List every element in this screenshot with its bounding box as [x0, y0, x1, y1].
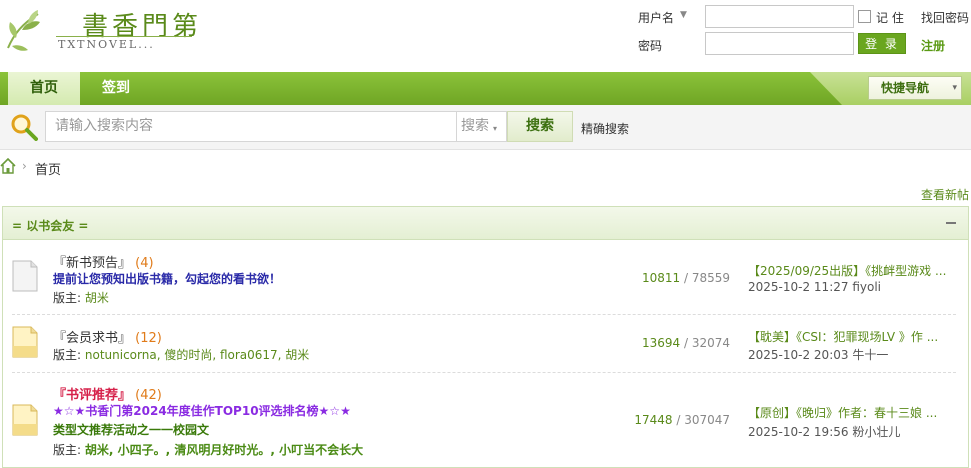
forum-moderators: 版主: 胡米, 小四子。, 清风明月好时光。, 小叮当不会长大 — [53, 441, 363, 458]
thread-count: 17448 — [634, 413, 673, 427]
nav-item-home[interactable]: 首页 — [8, 72, 80, 105]
username-label[interactable]: 用户名 — [638, 9, 674, 26]
last-post-title[interactable]: 【2025/09/25出版】《挑衅型游戏 ... — [748, 262, 946, 279]
home-icon[interactable] — [0, 158, 16, 174]
site-header: 書香門第 TXTNOVEL... 用户名 ▼ 记 住 找回密码 密码 登 录 注… — [0, 0, 971, 72]
logo-divider — [56, 36, 192, 37]
forum-description[interactable]: 类型文推荐活动之一一校园文 — [53, 421, 209, 438]
logo-subtitle: TXTNOVEL... — [58, 38, 155, 51]
thread-count: 10811 — [641, 271, 681, 285]
password-input[interactable] — [705, 32, 854, 55]
forgot-password-link[interactable]: 找回密码 — [921, 9, 969, 26]
row-divider — [12, 372, 956, 373]
last-post-title[interactable]: 【原创】《晚归》作者：春十三娘 ... — [748, 404, 937, 421]
precise-search-link[interactable]: 精确搜索 — [581, 120, 629, 137]
username-input[interactable] — [705, 5, 854, 28]
post-count: 78559 — [691, 271, 730, 285]
category-header — [3, 207, 968, 240]
forum-name[interactable]: 『书评推荐』 (42) — [53, 384, 162, 403]
moderator-label: 版主: — [53, 348, 82, 362]
nav-item-signin[interactable]: 签到 — [88, 72, 144, 105]
breadcrumb-separator: › — [22, 159, 27, 173]
moderator-names[interactable]: notunicorna, 傻的时尚, flora0617, 胡米 — [85, 348, 309, 362]
login-button[interactable]: 登 录 — [858, 33, 906, 54]
forum-today-count: (12) — [135, 331, 162, 346]
remember-checkbox[interactable] — [858, 10, 871, 23]
last-post-title[interactable]: 【耽美】《CSI：犯罪现场LV 》作 ... — [748, 328, 938, 345]
last-post-meta[interactable]: 2025-10-2 20:03 牛十一 — [748, 346, 888, 363]
register-link[interactable]: 注册 — [921, 37, 945, 54]
category-title[interactable]: = 以书会友 = — [12, 217, 88, 234]
chevron-down-icon: ▾ — [493, 124, 498, 133]
last-post-meta[interactable]: 2025-10-2 19:56 粉小壮儿 — [748, 423, 900, 440]
quick-nav-button[interactable]: 快捷导航 ▾ — [868, 76, 962, 100]
forum-title[interactable]: 『书评推荐』 — [53, 388, 131, 403]
forum-read-icon — [12, 260, 38, 292]
forum-description[interactable]: 提前让您预知出版书籍，勾起您的看书欲！ — [53, 270, 281, 287]
forum-moderators: 版主: 胡米 — [53, 289, 109, 306]
forum-name[interactable]: 『新书预告』 (4) — [53, 252, 154, 271]
post-count: 307047 — [684, 413, 730, 427]
forum-stats: 17448 / 307047 — [634, 413, 730, 427]
forum-description[interactable]: ★☆★书香门第2024年度佳作TOP10评选排名榜★☆★ — [53, 402, 351, 419]
last-post-meta[interactable]: 2025-10-2 11:27 fiyoli — [748, 280, 881, 294]
forum-today-count: (4) — [135, 256, 154, 271]
moderator-label: 版主: — [53, 443, 82, 457]
breadcrumb-home[interactable]: 首页 — [35, 159, 61, 178]
forum-title[interactable]: 『会员求书』 — [53, 331, 131, 346]
moderator-names[interactable]: 胡米, 小四子。, 清风明月好时光。, 小叮当不会长大 — [85, 443, 363, 457]
search-input[interactable]: 请输入搜索内容 — [45, 111, 457, 142]
search-icon — [11, 114, 38, 141]
forum-new-icon — [12, 404, 38, 436]
row-divider — [12, 314, 956, 315]
logo-leaf-icon — [7, 10, 40, 51]
forum-stats: 13694 / 32074 — [641, 336, 730, 350]
moderator-label: 版主: — [53, 291, 82, 305]
forum-moderators: 版主: notunicorna, 傻的时尚, flora0617, 胡米 — [53, 346, 309, 363]
thread-count: 13694 — [641, 336, 681, 350]
search-type-select[interactable]: 搜索 — [457, 111, 507, 142]
password-label: 密码 — [638, 39, 663, 53]
search-button[interactable]: 搜索 — [507, 111, 573, 142]
collapse-icon[interactable] — [946, 222, 956, 224]
forum-name[interactable]: 『会员求书』 (12) — [53, 327, 162, 346]
view-new-posts-link[interactable]: 查看新帖 — [921, 186, 969, 203]
username-dropdown-icon[interactable]: ▼ — [680, 10, 687, 20]
forum-title[interactable]: 『新书预告』 — [53, 256, 131, 271]
forum-today-count: (42) — [135, 388, 162, 403]
post-count: 32074 — [691, 336, 730, 350]
remember-label: 记 住 — [876, 11, 904, 25]
quick-nav-label: 快捷导航 — [881, 81, 930, 95]
chevron-down-icon: ▾ — [952, 83, 957, 93]
forum-stats: 10811 / 78559 — [641, 271, 730, 285]
forum-new-icon — [12, 326, 38, 358]
moderator-names[interactable]: 胡米 — [85, 291, 109, 305]
